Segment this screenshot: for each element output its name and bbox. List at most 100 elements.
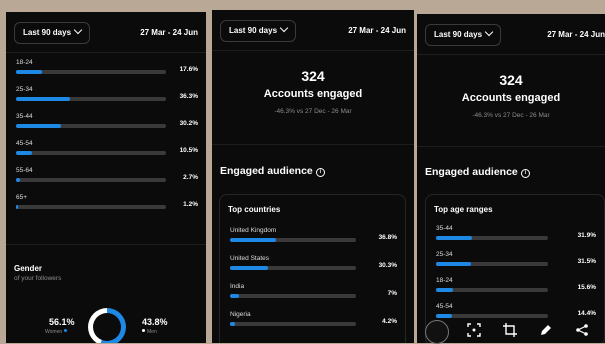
bar-track — [230, 294, 356, 298]
men-dot-icon — [142, 329, 145, 332]
editor-toolbar — [423, 318, 605, 344]
date-filter-label: Last 90 days — [229, 26, 278, 35]
country-label: United Kingdom — [230, 227, 277, 234]
avatar[interactable] — [425, 320, 449, 344]
bar-fill — [16, 70, 43, 74]
age-label: 35-44 — [436, 225, 453, 232]
bar-fill — [230, 322, 236, 326]
section-title: Engaged audience i — [220, 165, 325, 178]
women-percent: 56.1% — [49, 317, 75, 327]
country-label: Nigeria — [230, 311, 251, 318]
bar-track — [436, 236, 548, 240]
bar-track — [16, 178, 166, 182]
country-value: 4.2% — [382, 318, 397, 325]
age-value: 10.5% — [179, 147, 198, 154]
divider — [6, 244, 206, 245]
country-label: India — [230, 283, 245, 290]
men-percent: 43.8% — [142, 317, 168, 327]
age-label: 25-34 — [436, 251, 453, 258]
metric-label: Accounts engaged — [263, 88, 363, 100]
age-value: 1.2% — [183, 201, 198, 208]
divider — [212, 144, 414, 145]
bar-fill — [16, 97, 71, 101]
age-row: 25-34 31.5% — [436, 251, 596, 273]
age-value: 15.6% — [577, 284, 596, 291]
accounts-engaged-countries-panel: Last 90 days 27 Mar - 24 Jun 324 Account… — [212, 10, 414, 343]
card-title: Top countries — [228, 205, 281, 214]
bar-track — [16, 205, 166, 209]
age-row: 65+ 1.2% — [16, 194, 198, 216]
date-filter-label: Last 90 days — [434, 30, 483, 39]
bar-track — [16, 97, 166, 101]
country-row: Nigeria 4.2% — [230, 311, 397, 333]
age-label: 35-44 — [16, 113, 33, 120]
bar-fill — [230, 266, 269, 270]
section-title-text: Engaged audience — [425, 166, 518, 178]
country-value: 36.8% — [378, 234, 397, 241]
age-row: 45-54 10.5% — [16, 140, 198, 162]
date-range: 27 Mar - 24 Jun — [547, 30, 605, 39]
country-value: 30.3% — [378, 262, 397, 269]
crop-icon[interactable] — [503, 323, 517, 337]
date-filter-button[interactable]: Last 90 days — [220, 20, 297, 42]
age-label: 45-54 — [436, 303, 453, 310]
bar-fill — [16, 178, 21, 182]
bar-fill — [230, 238, 277, 242]
metric-comparison: -46.3% vs 27 Dec - 26 Mar — [274, 108, 352, 115]
donut-hole — [93, 313, 121, 341]
bar-track — [436, 288, 548, 292]
women-legend: Women — [45, 329, 69, 335]
bar-track — [230, 266, 356, 270]
share-icon[interactable] — [575, 323, 589, 337]
bar-track — [230, 238, 356, 242]
bar-fill — [16, 151, 32, 155]
scan-icon[interactable] — [467, 323, 481, 337]
info-icon[interactable]: i — [315, 168, 325, 177]
pen-icon[interactable] — [539, 323, 553, 337]
age-label: 45-54 — [16, 140, 33, 147]
bar-track — [230, 322, 356, 326]
age-label: 65+ — [16, 194, 28, 201]
date-range: 27 Mar - 24 Jun — [348, 26, 406, 35]
metric-comparison: -46.3% vs 27 Dec - 26 Mar — [472, 112, 550, 119]
header: Last 90 days 27 Mar - 24 Jun — [6, 12, 206, 53]
chevron-down-icon — [73, 25, 83, 35]
audience-age-panel: Last 90 days 27 Mar - 24 Jun 18-24 17.6%… — [6, 12, 206, 343]
chevron-down-icon — [279, 23, 289, 33]
women-dot-icon — [64, 329, 68, 332]
age-label: 25-34 — [16, 86, 33, 93]
metric-value: 324 — [301, 68, 325, 84]
country-value: 7% — [387, 290, 397, 297]
date-filter-button[interactable]: Last 90 days — [425, 24, 502, 46]
age-value: 31.9% — [577, 232, 596, 239]
date-filter-label: Last 90 days — [23, 28, 72, 37]
bar-fill — [230, 294, 239, 298]
gender-subtitle: of your followers — [14, 275, 62, 282]
section-title-text: Engaged audience — [220, 165, 313, 177]
section-title: Engaged audience i — [425, 166, 530, 179]
age-value: 2.7% — [183, 174, 198, 181]
men-label: Men — [147, 329, 157, 335]
info-icon[interactable]: i — [520, 169, 530, 178]
age-label: 18-24 — [436, 277, 453, 284]
date-range: 27 Mar - 24 Jun — [140, 28, 198, 37]
header: Last 90 days 27 Mar - 24 Jun — [212, 10, 414, 51]
bar-track — [16, 70, 166, 74]
bar-track — [436, 262, 548, 266]
country-row: United Kingdom 36.8% — [230, 227, 397, 249]
accounts-engaged-age-panel: Last 90 days 27 Mar - 24 Jun 324 Account… — [417, 14, 605, 343]
date-filter-button[interactable]: Last 90 days — [14, 22, 91, 44]
age-value: 31.5% — [577, 258, 596, 265]
bar-track — [16, 124, 166, 128]
divider — [417, 146, 605, 147]
country-label: United States — [230, 255, 270, 262]
women-label: Women — [45, 329, 63, 335]
age-label: 55-64 — [16, 167, 33, 174]
chevron-down-icon — [484, 27, 494, 37]
country-row: India 7% — [230, 283, 397, 305]
age-row: 18-24 15.6% — [436, 277, 596, 299]
age-value: 36.3% — [179, 93, 198, 100]
bar-fill — [436, 262, 472, 266]
bar-track — [16, 151, 166, 155]
age-row: 55-64 2.7% — [16, 167, 198, 189]
